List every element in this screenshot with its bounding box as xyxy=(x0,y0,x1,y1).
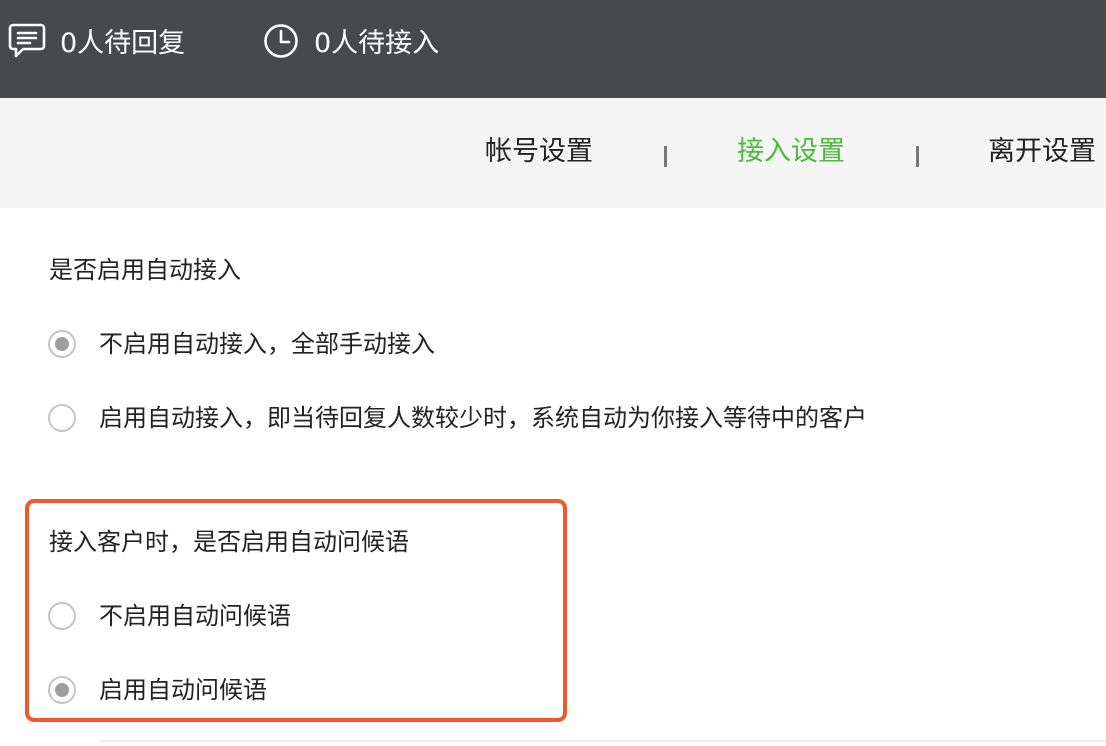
disable-greeting-option[interactable]: 不启用自动问候语 xyxy=(48,599,291,633)
pending-reply-label: 0人待回复 xyxy=(60,27,186,59)
disable-greeting-option-label: 不启用自动问候语 xyxy=(99,602,291,630)
tab-account-settings[interactable]: 帐号设置 xyxy=(485,134,593,170)
tab-divider xyxy=(664,146,667,167)
enable-greeting-option-label: 启用自动问候语 xyxy=(99,676,267,704)
manual-access-option[interactable]: 不启用自动接入，全部手动接入 xyxy=(48,327,435,361)
tab-leave-settings[interactable]: 离开设置 xyxy=(988,134,1096,170)
tab-divider xyxy=(916,146,919,167)
message-icon xyxy=(8,23,46,58)
pending-reply-status[interactable]: 0人待回复 xyxy=(8,20,185,60)
manual-access-option-label: 不启用自动接入，全部手动接入 xyxy=(99,330,435,358)
clock-icon xyxy=(264,24,298,58)
tab-access-settings[interactable]: 接入设置 xyxy=(737,134,845,170)
top-status-bar: 0人待回复 0人待接入 xyxy=(0,0,1106,98)
auto-access-option-label: 启用自动接入，即当待回复人数较少时，系统自动为你接入等待中的客户 xyxy=(99,404,867,432)
auto-greeting-title: 接入客户时，是否启用自动问候语 xyxy=(49,528,409,556)
content-divider xyxy=(100,740,1106,742)
auto-access-option[interactable]: 启用自动接入，即当待回复人数较少时，系统自动为你接入等待中的客户 xyxy=(48,401,867,435)
pending-access-status[interactable]: 0人待接入 xyxy=(262,20,439,60)
radio-button-checked[interactable] xyxy=(48,330,76,358)
enable-greeting-option[interactable]: 启用自动问候语 xyxy=(48,673,267,707)
auto-access-title: 是否启用自动接入 xyxy=(49,256,241,284)
radio-button[interactable] xyxy=(48,602,76,630)
radio-button[interactable] xyxy=(48,404,76,432)
radio-button-checked[interactable] xyxy=(48,676,76,704)
pending-access-label: 0人待接入 xyxy=(314,27,440,59)
